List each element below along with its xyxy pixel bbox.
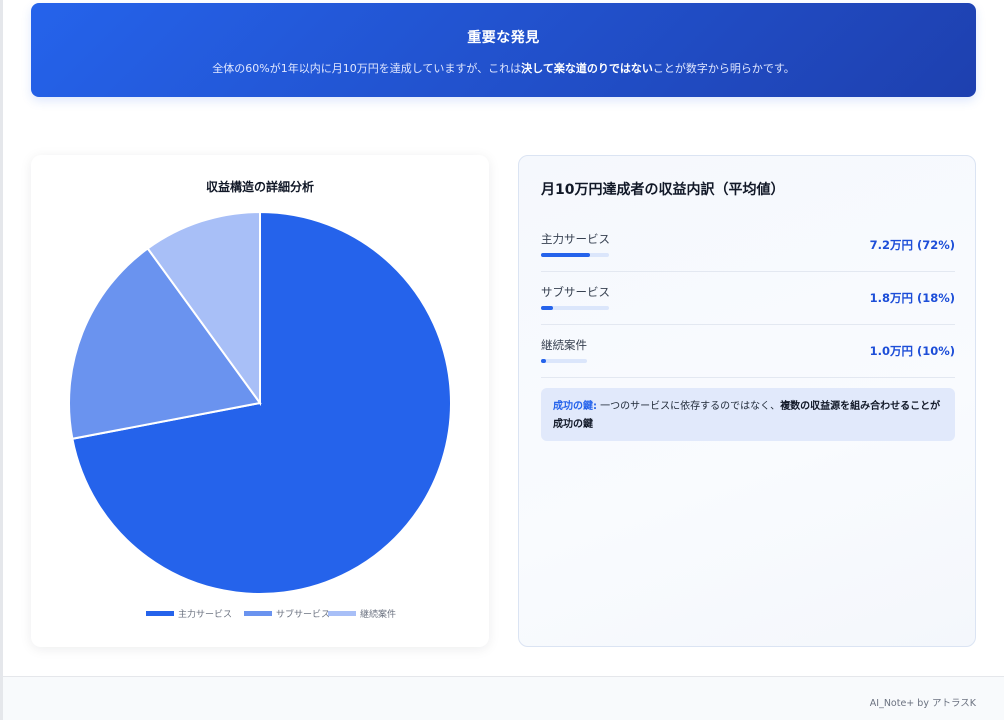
breakdown-title: 月10万円達成者の収益内訳（平均値） <box>541 182 785 198</box>
breakdown-row-main: 主力サービス 7.2万円 (72%) <box>541 219 955 272</box>
breakdown-bar-fill <box>541 253 590 257</box>
success-key-label: 成功の鍵: <box>553 401 597 412</box>
legend-label-1: 主力サービス <box>178 608 232 620</box>
success-key-text: 一つのサービスに依存するのではなく、 <box>597 401 781 412</box>
success-key-callout: 成功の鍵: 一つのサービスに依存するのではなく、複数の収益源を組み合わせることが… <box>541 388 955 441</box>
breakdown-bar-fill <box>541 306 554 310</box>
breakdown-value: 7.2万円 (72%) <box>869 238 955 252</box>
breakdown-row-recurring: 継続案件 1.0万円 (10%) <box>541 325 955 378</box>
breakdown-row-sub: サブサービス 1.8万円 (18%) <box>541 272 955 325</box>
key-finding-banner: 重要な発見 全体の60%が1年以内に月10万円を達成していますが、これは決して楽… <box>31 3 976 97</box>
legend-swatch-1 <box>146 611 174 616</box>
breakdown-bar-track <box>541 306 609 310</box>
breakdown-value: 1.8万円 (18%) <box>869 291 955 305</box>
banner-text: 全体の60%が1年以内に月10万円を達成していますが、これは決して楽な道のりでは… <box>31 60 976 76</box>
breakdown-label: 継続案件 <box>541 338 587 352</box>
page-footer: AI_Note+ by アトラスK <box>3 676 1004 720</box>
banner-text-after: ことが数字から明らかです。 <box>652 62 795 75</box>
legend-label-2: サブサービス <box>276 608 330 620</box>
breakdown-bar-track <box>541 253 609 257</box>
banner-title: 重要な発見 <box>467 30 540 46</box>
breakdown-bar-track <box>541 359 587 363</box>
footer-credit: AI_Note+ by アトラスK <box>869 698 976 709</box>
banner-text-before: 全体の60%が1年以内に月10万円を達成していますが、これは <box>212 62 522 75</box>
breakdown-value: 1.0万円 (10%) <box>869 344 955 358</box>
breakdown-bar-fill <box>541 359 546 363</box>
legend-label-3: 継続案件 <box>360 608 396 620</box>
page-left-border <box>0 0 3 720</box>
legend-swatch-2 <box>244 611 272 616</box>
breakdown-label: 主力サービス <box>541 232 610 246</box>
revenue-breakdown-card: 月10万円達成者の収益内訳（平均値） 主力サービス 7.2万円 (72%) サブ… <box>518 155 976 647</box>
breakdown-label: サブサービス <box>541 285 610 299</box>
revenue-chart-card: 収益構造の詳細分析 主力サービス サブサービス 継続案件 <box>31 155 489 647</box>
banner-text-bold: 決して楽な道のりではない <box>521 62 653 75</box>
revenue-pie-chart: 主力サービス サブサービス 継続案件 <box>68 210 452 620</box>
legend-swatch-3 <box>328 611 356 616</box>
